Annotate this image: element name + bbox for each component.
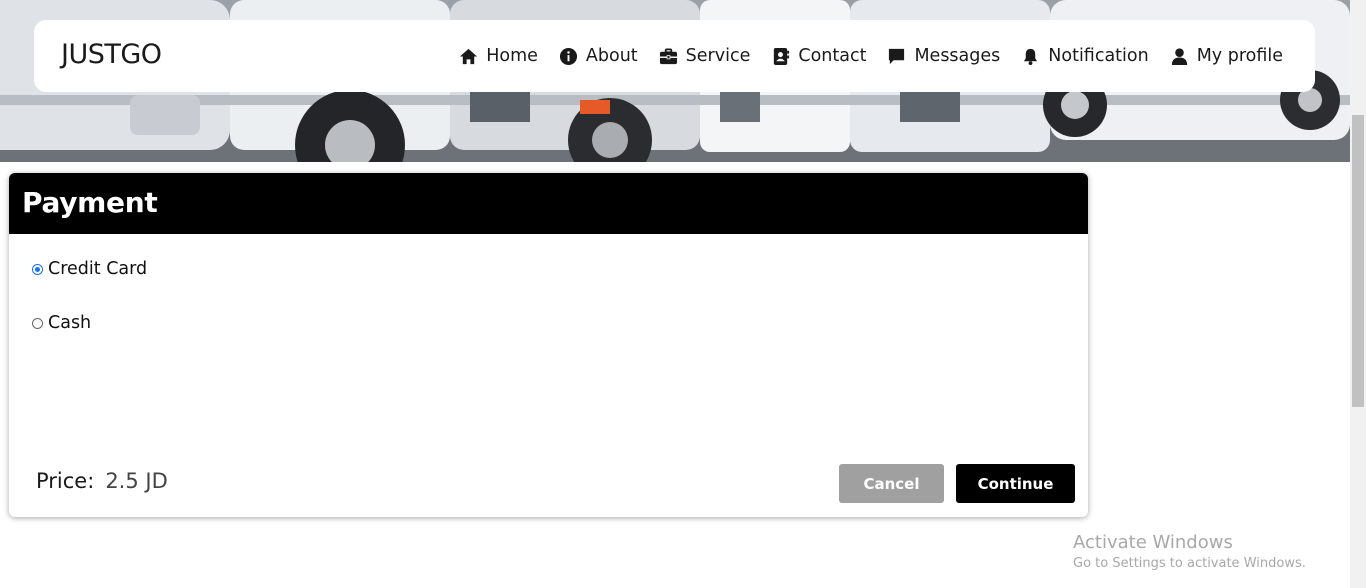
navbar: JUSTGO Home About Service Contact Messag… (34, 20, 1315, 92)
payment-option-credit-card[interactable]: Credit Card (32, 259, 147, 279)
payment-card: Payment Credit Card Cash Price: 2.5 JD Ca… (9, 173, 1088, 517)
continue-button[interactable]: Continue (956, 464, 1075, 503)
bell-icon (1021, 47, 1040, 66)
watermark-title: Activate Windows (1073, 532, 1233, 553)
brand-logo[interactable]: JUSTGO (61, 39, 162, 70)
scrollbar-thumb[interactable] (1352, 115, 1364, 407)
nav-item-notification[interactable]: Notification (1021, 46, 1149, 66)
credit-card-radio[interactable] (32, 263, 43, 275)
price-display: Price: 2.5 JD (36, 469, 168, 493)
activate-windows-watermark: Activate Windows Go to Settings to activ… (1073, 532, 1306, 571)
vertical-scrollbar[interactable] (1350, 0, 1366, 588)
nav-item-home[interactable]: Home (459, 46, 538, 66)
nav-item-messages[interactable]: Messages (887, 46, 1000, 66)
info-icon (559, 47, 578, 66)
briefcase-icon (659, 47, 678, 66)
home-icon (459, 47, 478, 66)
nav-item-label: About (585, 46, 638, 66)
nav-item-label: Service (685, 46, 751, 66)
watermark-subtitle: Go to Settings to activate Windows. (1073, 556, 1306, 571)
message-icon (887, 47, 906, 66)
payment-option-label: Credit Card (48, 259, 148, 279)
nav-item-label: Notification (1048, 46, 1149, 66)
nav-item-label: Home (486, 46, 538, 66)
cancel-button[interactable]: Cancel (839, 464, 944, 503)
user-icon (1170, 47, 1189, 66)
nav-item-label: Messages (914, 46, 1001, 66)
nav-item-label: Contact (798, 46, 867, 66)
nav-item-contact[interactable]: Contact (771, 46, 866, 66)
price-value: 2.5 JD (105, 469, 168, 493)
nav-item-my-profile[interactable]: My profile (1170, 46, 1283, 66)
payment-option-label: Cash (48, 313, 92, 333)
nav-item-label: My profile (1196, 46, 1283, 66)
nav-menu: Home About Service Contact Messages Noti… (438, 20, 1283, 92)
payment-option-cash[interactable]: Cash (32, 313, 91, 333)
contact-card-icon (771, 47, 790, 66)
cash-radio[interactable] (32, 317, 43, 329)
page: JUSTGO Home About Service Contact Messag… (0, 0, 1366, 588)
nav-item-service[interactable]: Service (659, 46, 751, 66)
price-label: Price: (36, 469, 95, 493)
nav-item-about[interactable]: About (559, 46, 638, 66)
payment-title: Payment (9, 173, 1088, 234)
